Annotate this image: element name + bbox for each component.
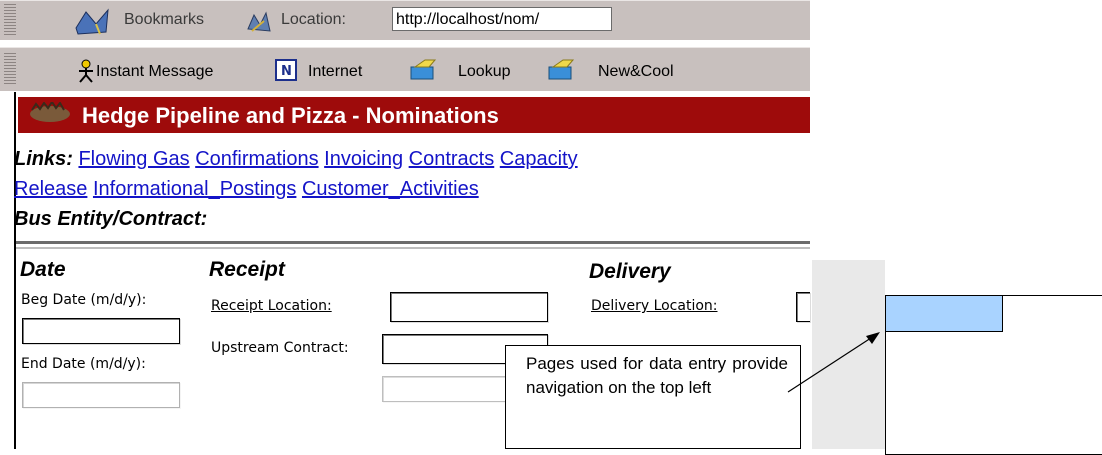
title-bar: Hedge Pipeline and Pizza - Nominations [18, 97, 810, 133]
callout-arrow-icon [787, 332, 880, 393]
link-informational-postings[interactable]: Informational_Postings [93, 178, 296, 200]
link-contracts[interactable]: Contracts [409, 148, 495, 170]
beg-date-label: Beg Date (m/d/y): [21, 292, 147, 308]
toolbar-grip[interactable] [4, 4, 16, 36]
internet-icon: N [275, 59, 297, 81]
folder-icon [548, 59, 575, 80]
toolbar-item-internet[interactable]: Internet [308, 63, 362, 81]
links-row-2: Release Informational_Postings Customer_… [14, 178, 479, 201]
link-invoicing[interactable]: Invoicing [324, 148, 403, 170]
instant-message-icon [79, 59, 93, 83]
links-label: Links: [14, 148, 73, 170]
url-input[interactable]: http://localhost/nom/ [392, 7, 612, 31]
annotation-text: Pages used for data entry provide naviga… [526, 354, 788, 397]
link-customer-activities[interactable]: Customer_Activities [302, 178, 479, 200]
page-title: Hedge Pipeline and Pizza - Nominations [82, 103, 499, 128]
link-confirmations[interactable]: Confirmations [195, 148, 318, 170]
personal-toolbar: Instant Message N Internet Lookup New&Co… [0, 47, 810, 91]
bookmarks-icon[interactable] [72, 6, 112, 36]
location-toolbar: Bookmarks Location: http://localhost/nom… [0, 0, 810, 40]
toolbar-item-new-cool[interactable]: New&Cool [598, 63, 674, 81]
toolbar-grip[interactable] [4, 53, 16, 85]
link-capacity-release[interactable]: Release [14, 178, 87, 200]
location-icon [247, 11, 271, 32]
date-heading: Date [20, 258, 66, 281]
placeholder-tab [885, 295, 1003, 332]
hedgehog-logo-icon [30, 102, 70, 122]
end-date-input[interactable] [22, 382, 180, 408]
link-capacity-release[interactable]: Capacity [500, 148, 578, 170]
divider [16, 247, 810, 249]
beg-date-input[interactable] [22, 318, 180, 344]
link-flowing-gas[interactable]: Flowing Gas [78, 148, 189, 170]
receipt-location-link[interactable]: Receipt Location: [211, 298, 332, 314]
folder-icon [410, 59, 437, 80]
delivery-heading: Delivery [589, 260, 671, 283]
receipt-heading: Receipt [209, 258, 285, 281]
divider [16, 241, 810, 244]
toolbar-item-lookup[interactable]: Lookup [458, 63, 511, 81]
location-label: Location: [281, 11, 346, 28]
bus-entity-contract-label: Bus Entity/Contract: [14, 208, 208, 230]
links-row-1: Links: Flowing Gas Confirmations Invoici… [14, 148, 578, 171]
annotation-callout: Pages used for data entry provide naviga… [505, 345, 801, 449]
svg-text:N: N [281, 64, 292, 79]
upstream-contract-label: Upstream Contract: [211, 340, 349, 356]
bookmarks-button[interactable]: Bookmarks [124, 11, 204, 29]
toolbar-item-instant-message[interactable]: Instant Message [96, 63, 213, 81]
receipt-location-input[interactable] [390, 292, 548, 322]
delivery-location-link[interactable]: Delivery Location: [591, 298, 718, 314]
end-date-label: End Date (m/d/y): [21, 356, 146, 372]
delivery-location-input[interactable] [796, 292, 810, 322]
